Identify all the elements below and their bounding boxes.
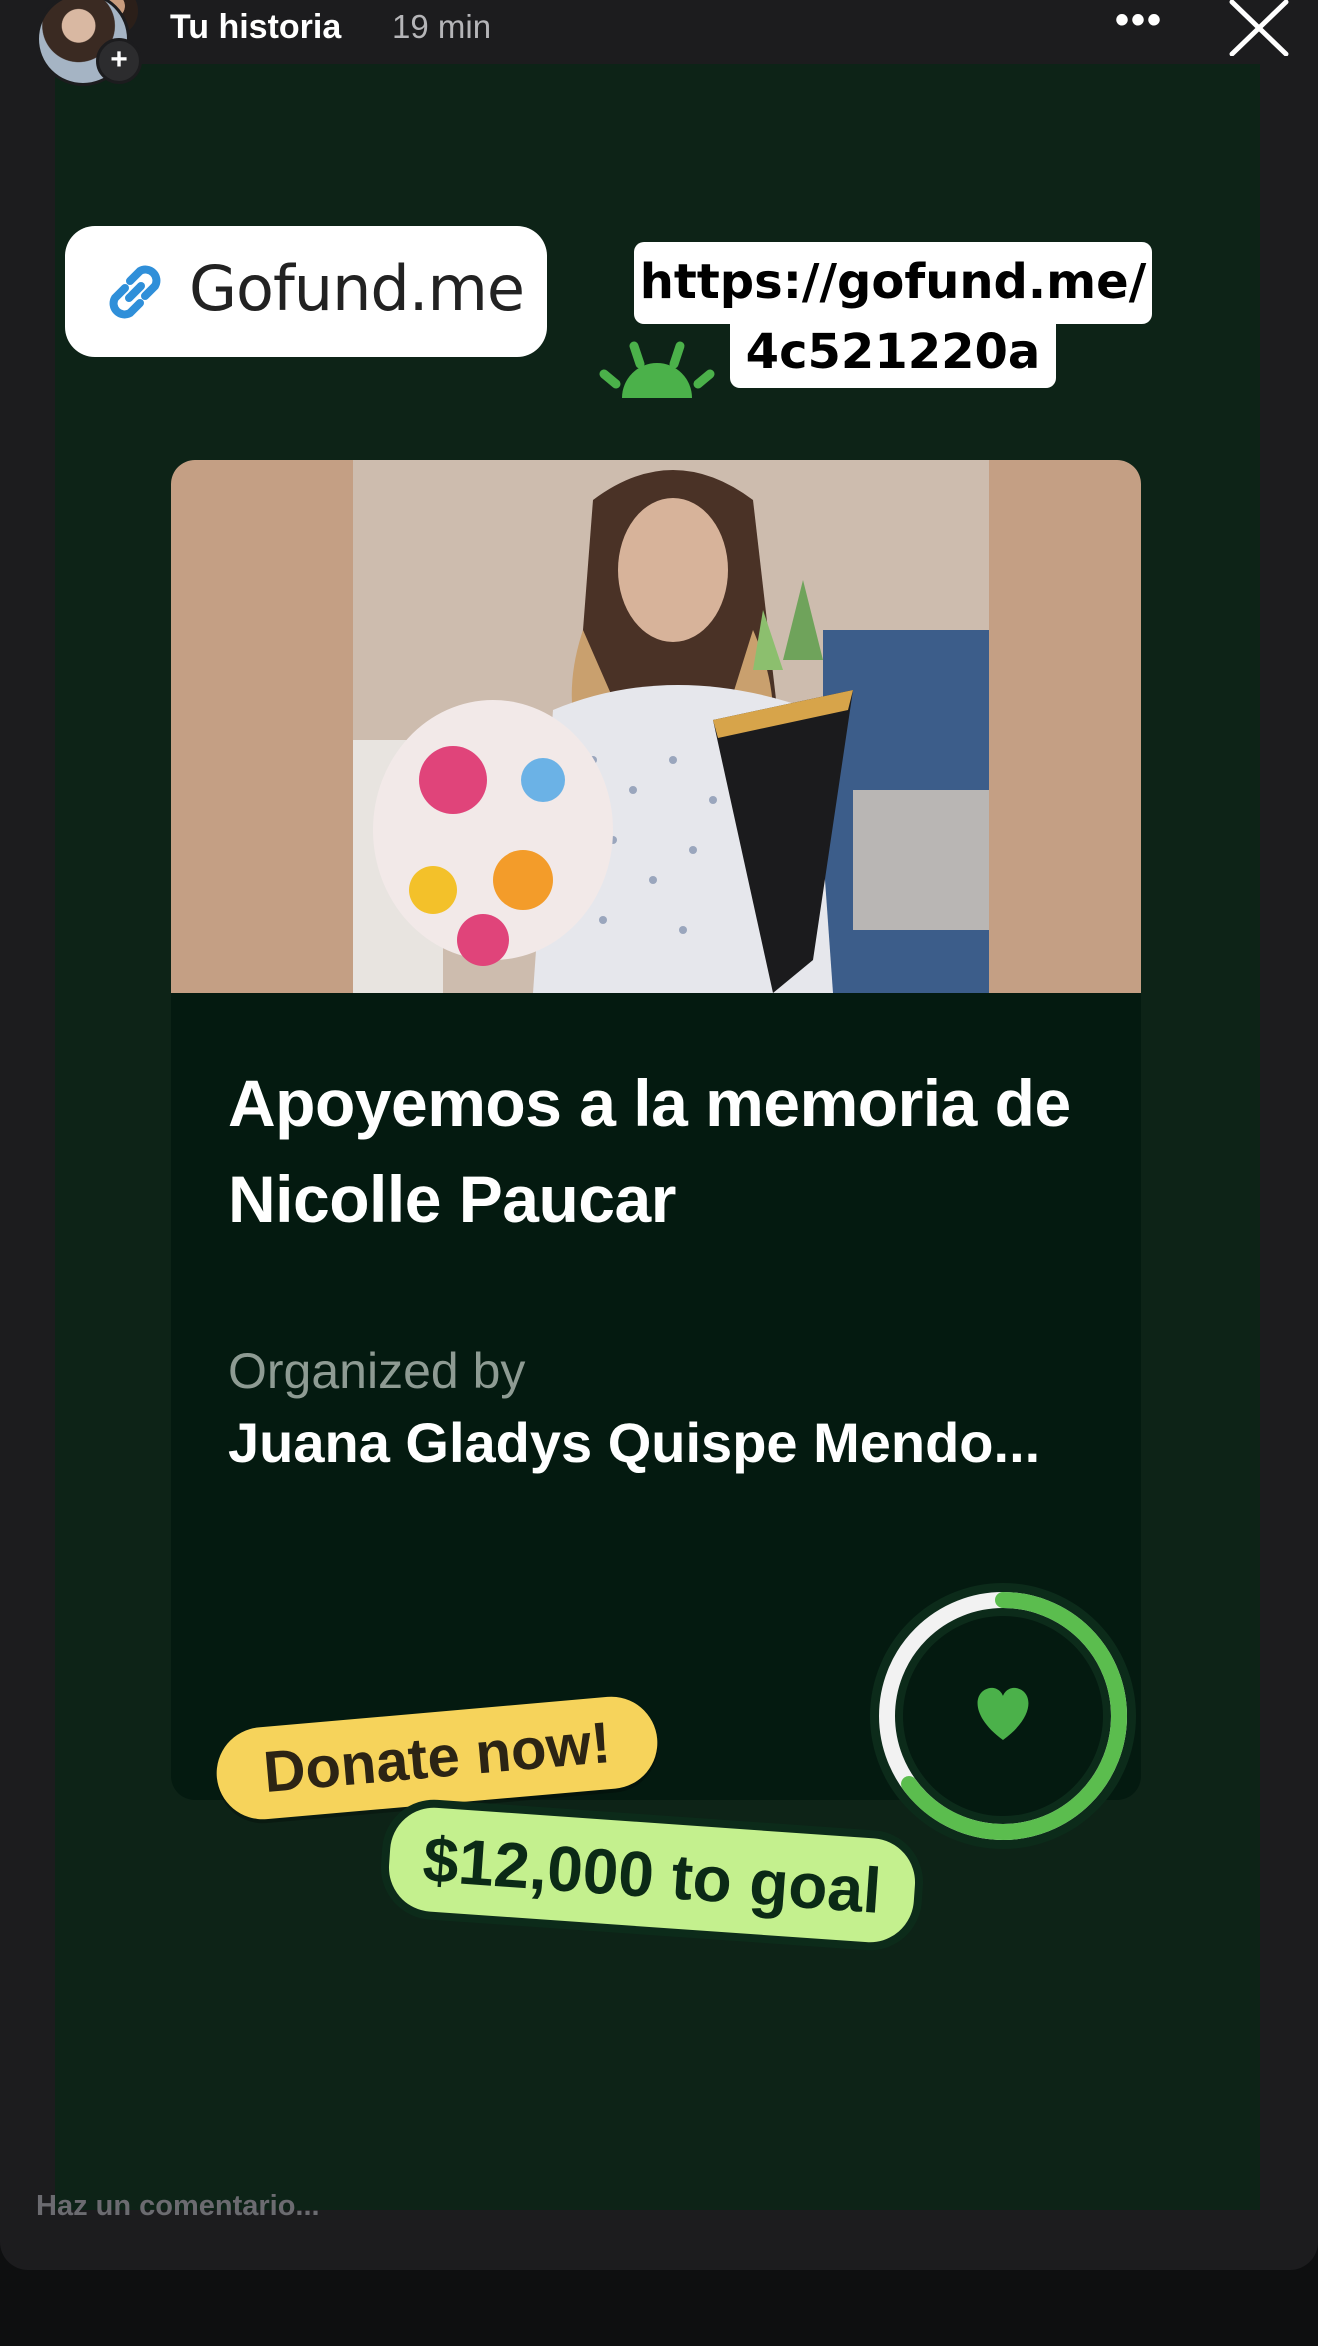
url-text-line-1: https://gofund.me/ — [634, 242, 1152, 324]
photo-scene — [353, 460, 989, 993]
link-sticker[interactable]: Gofund.me — [65, 226, 547, 357]
fundraiser-title: Apoyemos a la memoria de Nicolle Paucar — [228, 1066, 1071, 1236]
fundraiser-photo — [171, 460, 1141, 993]
close-icon[interactable] — [1228, 0, 1290, 56]
story-viewer: + Tu historia 19 min ••• Gofund.me https… — [0, 0, 1318, 2346]
progress-ring — [870, 1583, 1136, 1849]
comment-input[interactable]: Haz un comentario... — [36, 2182, 736, 2230]
link-icon — [109, 265, 161, 319]
organized-by-label: Organized by — [228, 1343, 526, 1399]
more-icon[interactable]: ••• — [1110, 0, 1168, 54]
sunburst-decoration — [599, 341, 715, 398]
story-panel: + Tu historia 19 min ••• Gofund.me https… — [0, 0, 1318, 2270]
add-icon[interactable]: + — [96, 38, 142, 84]
story-timestamp: 19 min — [392, 8, 492, 45]
url-text-line-2: 4c521220a — [730, 320, 1056, 388]
link-sticker-label: Gofund.me — [189, 252, 525, 325]
photo-illustration — [353, 460, 989, 993]
organizer-name: Juana Gladys Quispe Mendo... — [228, 1411, 1041, 1474]
story-user-name[interactable]: Tu historia — [170, 8, 341, 47]
